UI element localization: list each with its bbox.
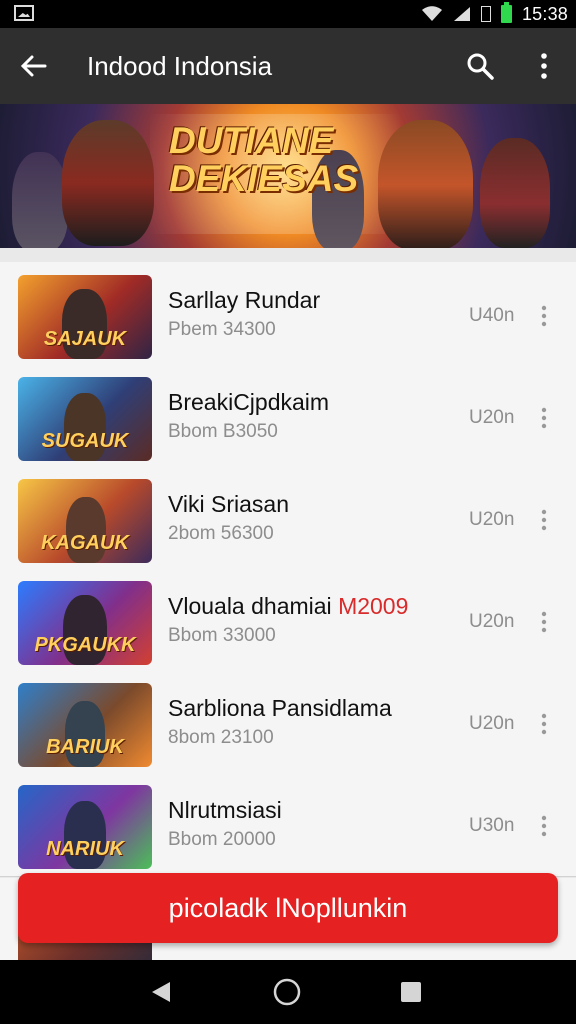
item-meta: U20n [469, 407, 515, 428]
cellular-signal-icon [453, 7, 470, 21]
primary-action-button[interactable]: picoladk lNopllunkin [18, 873, 558, 943]
page-title: Indood Indonsia [87, 51, 273, 81]
game-thumbnail: BARIUK [18, 683, 152, 767]
item-subtitle: Pbem 34300 [168, 319, 276, 340]
game-thumbnail: PKGAUKK [18, 581, 152, 665]
game-thumbnail: SUGAUK [18, 377, 152, 461]
list-item[interactable]: SAJAUK Sarllay Rundar Pbem 34300 U40n [0, 262, 576, 365]
search-icon[interactable] [465, 51, 495, 81]
item-title: BreakiCjpdkaim [168, 389, 330, 415]
list-item[interactable]: KAGAUK Viki Sriasan 2bom 56300 U20n [0, 466, 576, 569]
thumbnail-label: KAGAUK [41, 532, 129, 554]
status-time: 15:38 [521, 3, 568, 24]
game-thumbnail: SAJAUK [18, 275, 152, 359]
wifi-icon [421, 6, 442, 21]
battery-icon [500, 2, 512, 23]
screenshot-notification-icon [14, 5, 34, 21]
item-meta: U30n [469, 815, 515, 836]
item-subtitle: Bbom 33000 [168, 625, 276, 646]
item-title-text: Vlouala dhamiai [168, 593, 332, 619]
more-vert-icon[interactable] [538, 712, 550, 736]
item-title: Viki Sriasan [168, 491, 290, 517]
item-subtitle: Bbom 20000 [168, 829, 276, 850]
nav-back-icon[interactable] [150, 980, 172, 1004]
thumbnail-label: PKGAUKK [34, 634, 136, 656]
more-vert-icon[interactable] [538, 610, 550, 634]
banner-title: DUTIANE DEKIESAS [169, 120, 359, 199]
item-title-accent: M2009 [338, 593, 409, 619]
item-subtitle: Bbom B3050 [168, 421, 278, 442]
app-bar: Indood Indonsia [0, 28, 576, 104]
status-bar: 15:38 [0, 0, 576, 28]
back-arrow-icon[interactable] [18, 50, 50, 82]
featured-banner[interactable]: DUTIANE DEKIESAS [0, 104, 576, 248]
banner-hero [12, 152, 68, 248]
banner-hero [378, 120, 473, 248]
nav-recents-icon[interactable] [400, 981, 422, 1003]
more-vert-icon[interactable] [538, 508, 550, 532]
game-thumbnail: NARIUK [18, 785, 152, 869]
more-vert-icon[interactable] [538, 406, 550, 430]
item-title: Sarbliona Pansidlama [168, 695, 392, 721]
more-vert-icon[interactable] [538, 304, 550, 328]
banner-hero [480, 138, 550, 248]
item-subtitle: 2bom 56300 [168, 523, 274, 544]
item-title: Sarllay Rundar [168, 287, 321, 313]
item-title: Vlouala dhamiai M2009 [168, 593, 408, 620]
list-item[interactable]: NARIUK Nlrutmsiasi Bbom 20000 U30n [0, 772, 576, 877]
banner-hero [62, 120, 154, 246]
nav-home-icon[interactable] [272, 977, 302, 1007]
thumbnail-label: SUGAUK [41, 430, 129, 452]
list-item[interactable]: BARIUK Sarbliona Pansidlama 8bom 23100 U… [0, 670, 576, 773]
thumbnail-label: BARIUK [46, 736, 124, 758]
thumbnail-label: NARIUK [46, 838, 124, 860]
system-navigation-bar [0, 960, 576, 1024]
item-subtitle: 8bom 23100 [168, 727, 274, 748]
item-meta: U20n [469, 611, 515, 632]
item-meta: U40n [469, 305, 515, 326]
more-vert-icon[interactable] [537, 51, 551, 81]
list-item[interactable]: PKGAUKK Vlouala dhamiai M2009 Bbom 33000… [0, 568, 576, 671]
sim-icon [480, 6, 491, 22]
item-meta: U20n [469, 509, 515, 530]
game-thumbnail: KAGAUK [18, 479, 152, 563]
item-meta: U20n [469, 713, 515, 734]
item-title: Nlrutmsiasi [168, 797, 282, 823]
list-item[interactable]: SUGAUK BreakiCjpdkaim Bbom B3050 U20n [0, 364, 576, 467]
more-vert-icon[interactable] [538, 814, 550, 838]
thumbnail-label: SAJAUK [43, 328, 127, 350]
